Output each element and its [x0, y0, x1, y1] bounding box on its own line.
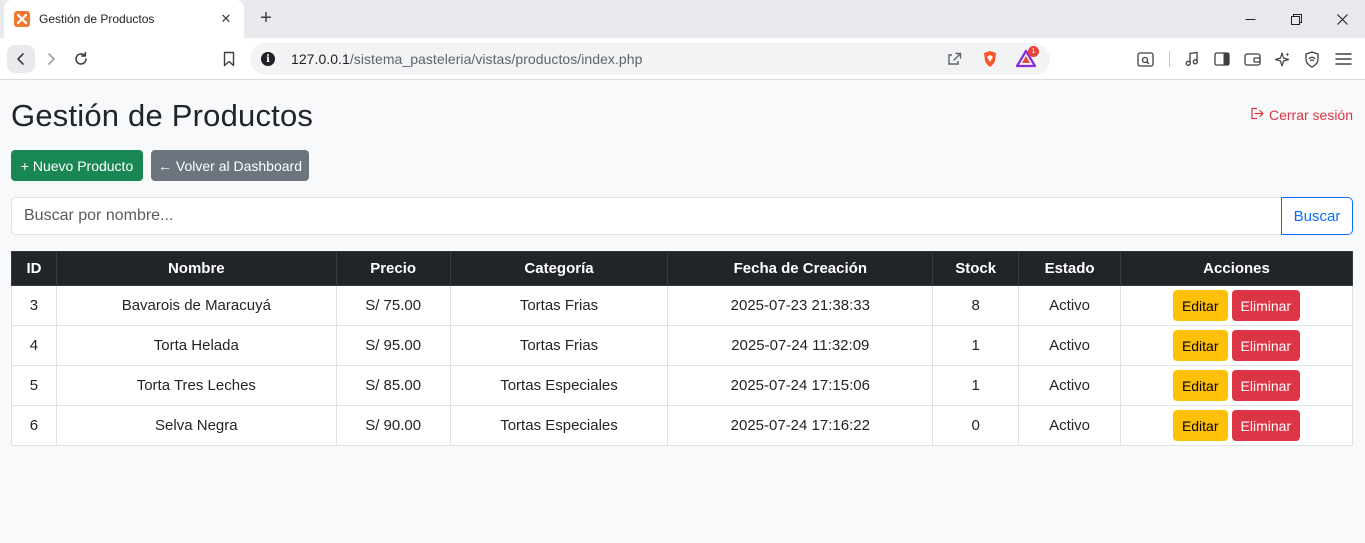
search-button[interactable]: Buscar — [1281, 197, 1353, 235]
browser-toolbar: i 127.0.0.1/sistema_pasteleria/vistas/pr… — [0, 38, 1365, 80]
delete-button[interactable]: Eliminar — [1231, 410, 1301, 441]
cell-categoria: Tortas Especiales — [449, 365, 669, 406]
new-tab-button[interactable]: + — [256, 8, 276, 28]
rewards-badge: 1 — [1028, 46, 1039, 57]
cell-id: 4 — [11, 325, 57, 366]
browser-tab[interactable]: Gestión de Productos ✕ — [4, 0, 244, 38]
products-table: ID Nombre Precio Categoría Fecha de Crea… — [11, 251, 1353, 446]
cell-acciones: Editar Eliminar — [1120, 285, 1353, 326]
cell-id: 3 — [11, 285, 57, 326]
toolbar-separator — [1169, 51, 1170, 67]
page-content: Gestión de Productos Cerrar sesión + Nue… — [0, 80, 1365, 543]
cell-acciones: Editar Eliminar — [1120, 325, 1353, 366]
edit-button[interactable]: Editar — [1172, 370, 1228, 401]
xampp-favicon-icon — [14, 11, 30, 27]
reader-mode-icon[interactable] — [1131, 45, 1159, 73]
cell-nombre: Bavarois de Maracuyá — [55, 285, 337, 326]
cell-categoria: Tortas Frias — [449, 285, 669, 326]
wallet-icon[interactable] — [1238, 45, 1266, 73]
tab-title: Gestión de Productos — [39, 12, 155, 26]
header-id: ID — [11, 251, 57, 286]
table-header-row: ID Nombre Precio Categoría Fecha de Crea… — [11, 251, 1353, 286]
edit-button[interactable]: Editar — [1172, 410, 1228, 441]
cell-stock: 0 — [932, 405, 1020, 446]
header-stock: Stock — [932, 251, 1020, 286]
edit-button[interactable]: Editar — [1172, 290, 1228, 321]
sidebar-icon[interactable] — [1208, 45, 1236, 73]
delete-button[interactable]: Eliminar — [1231, 290, 1301, 321]
cell-categoria: Tortas Especiales — [449, 405, 669, 446]
search-input[interactable] — [11, 197, 1282, 235]
share-icon[interactable] — [940, 45, 968, 73]
cell-nombre: Torta Helada — [55, 325, 337, 366]
close-window-icon[interactable] — [1319, 0, 1365, 38]
header-categoria: Categoría — [449, 251, 669, 286]
back-icon[interactable] — [7, 45, 35, 73]
cell-acciones: Editar Eliminar — [1120, 405, 1353, 446]
cell-fecha: 2025-07-24 11:32:09 — [667, 325, 934, 366]
leo-ai-icon[interactable] — [1268, 45, 1296, 73]
delete-button[interactable]: Eliminar — [1231, 330, 1301, 361]
cell-precio: S/ 90.00 — [335, 405, 451, 446]
reload-icon[interactable] — [67, 45, 95, 73]
cell-fecha: 2025-07-24 17:16:22 — [667, 405, 934, 446]
cell-estado: Activo — [1018, 285, 1122, 326]
cell-acciones: Editar Eliminar — [1120, 365, 1353, 406]
table-row: 4 Torta Helada S/ 95.00 Tortas Frias 202… — [11, 325, 1353, 366]
minimize-icon[interactable] — [1227, 0, 1273, 38]
browser-tabstrip: Gestión de Productos ✕ + — [0, 0, 1365, 38]
restore-icon[interactable] — [1273, 0, 1319, 38]
table-row: 6 Selva Negra S/ 90.00 Tortas Especiales… — [11, 405, 1353, 446]
cell-fecha: 2025-07-24 17:15:06 — [667, 365, 934, 406]
new-product-button[interactable]: + Nuevo Producto — [11, 150, 143, 181]
delete-button[interactable]: Eliminar — [1231, 370, 1301, 401]
tab-close-icon[interactable]: ✕ — [218, 11, 234, 27]
edit-button[interactable]: Editar — [1172, 330, 1228, 361]
back-to-dashboard-button[interactable]: ← Volver al Dashboard — [151, 150, 309, 181]
brave-shield-icon[interactable] — [976, 45, 1004, 73]
header-estado: Estado — [1018, 251, 1122, 286]
table-row: 5 Torta Tres Leches S/ 85.00 Tortas Espe… — [11, 365, 1353, 406]
logout-label: Cerrar sesión — [1268, 107, 1353, 123]
address-bar[interactable]: i 127.0.0.1/sistema_pasteleria/vistas/pr… — [250, 43, 1050, 75]
url-host: 127.0.0.1 — [291, 51, 350, 67]
media-music-icon[interactable] — [1178, 45, 1206, 73]
vpn-shield-icon[interactable] — [1298, 45, 1326, 73]
table-row: 3 Bavarois de Maracuyá S/ 75.00 Tortas F… — [11, 285, 1353, 326]
cell-precio: S/ 85.00 — [335, 365, 451, 406]
cell-estado: Activo — [1018, 405, 1122, 446]
url-text[interactable]: 127.0.0.1/sistema_pasteleria/vistas/prod… — [291, 51, 934, 67]
cell-id: 6 — [11, 405, 57, 446]
site-info-icon[interactable]: i — [261, 52, 275, 66]
header-precio: Precio — [335, 251, 451, 286]
logout-icon — [1250, 107, 1264, 123]
header-fecha: Fecha de Creación — [667, 251, 934, 286]
cell-stock: 1 — [932, 325, 1020, 366]
cell-nombre: Selva Negra — [55, 405, 337, 446]
cell-fecha: 2025-07-23 21:38:33 — [667, 285, 934, 326]
cell-precio: S/ 95.00 — [335, 325, 451, 366]
brave-rewards-icon[interactable]: 1 — [1012, 45, 1040, 73]
cell-stock: 8 — [932, 285, 1020, 326]
cell-categoria: Tortas Frias — [449, 325, 669, 366]
cell-precio: S/ 75.00 — [335, 285, 451, 326]
forward-icon[interactable] — [37, 45, 65, 73]
cell-stock: 1 — [932, 365, 1020, 406]
logout-link[interactable]: Cerrar sesión — [1250, 107, 1353, 123]
header-nombre: Nombre — [55, 251, 337, 286]
cell-estado: Activo — [1018, 325, 1122, 366]
cell-nombre: Torta Tres Leches — [55, 365, 337, 406]
cell-id: 5 — [11, 365, 57, 406]
url-path: /sistema_pasteleria/vistas/productos/ind… — [349, 51, 643, 67]
bookmark-icon[interactable] — [215, 45, 243, 73]
cell-estado: Activo — [1018, 365, 1122, 406]
page-title: Gestión de Productos — [11, 98, 314, 133]
header-acciones: Acciones — [1120, 251, 1353, 286]
menu-hamburger-icon[interactable] — [1329, 45, 1357, 73]
